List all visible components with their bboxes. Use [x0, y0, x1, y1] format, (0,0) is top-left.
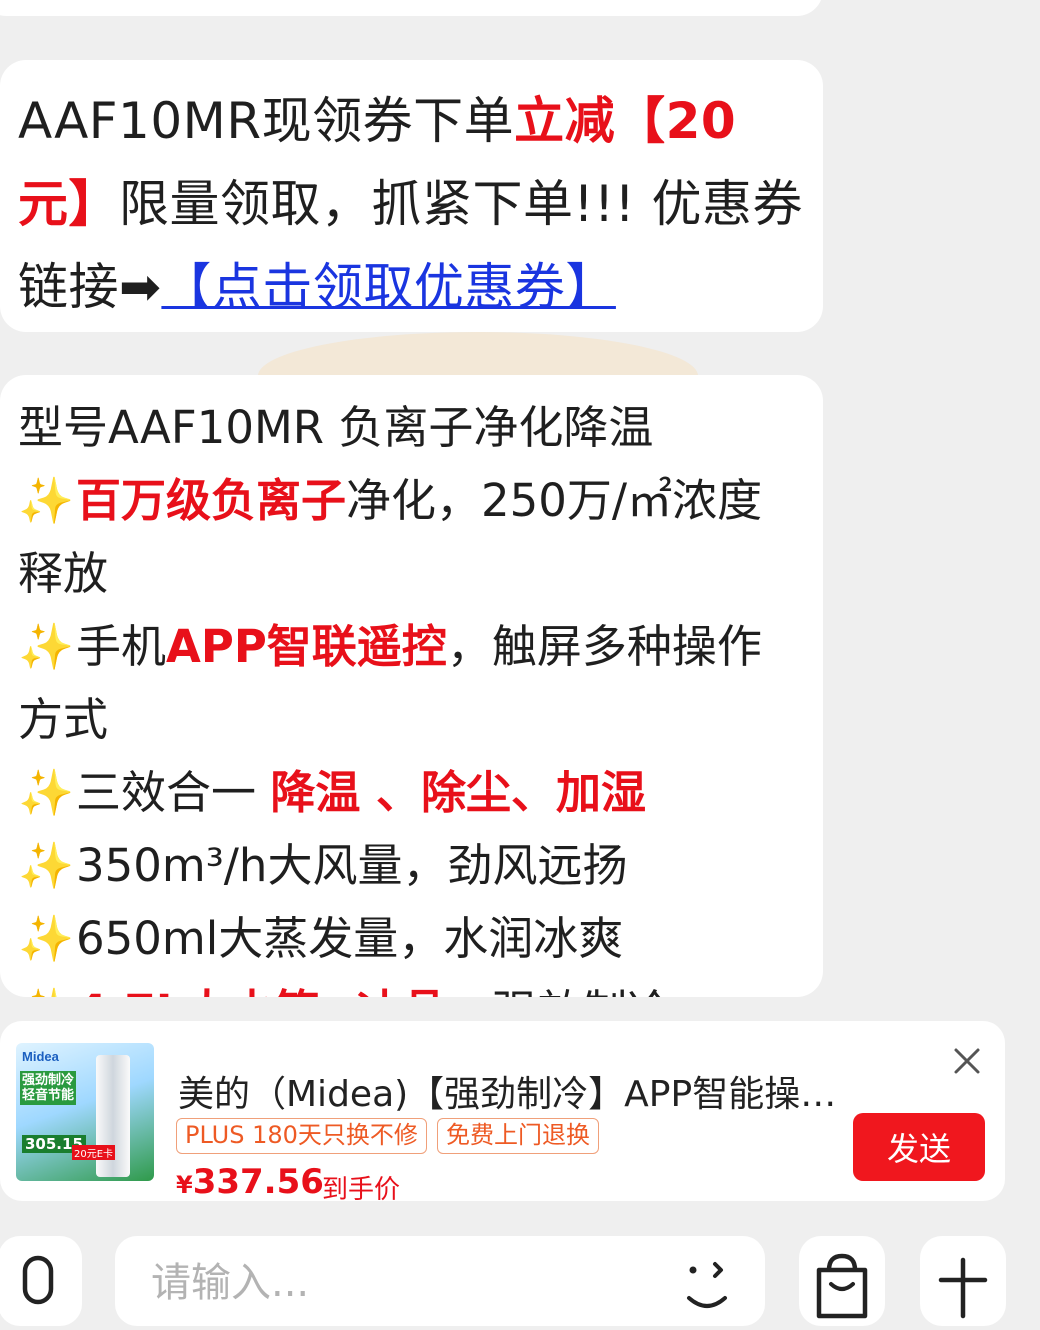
product-title[interactable]: 美的（Midea)【强劲制冷】APP智能操控负离子空调扇	[178, 1065, 848, 1117]
service-chip-return: 免费上门退换	[437, 1118, 599, 1154]
price-value: 337.56	[192, 1162, 324, 1202]
message-input-container[interactable]	[115, 1236, 765, 1326]
price-label: 到手价	[322, 1175, 401, 1205]
sparkles-icon: ✨	[18, 912, 75, 965]
feature-rest: ，强效制冷	[447, 985, 672, 997]
send-button[interactable]: 发送	[853, 1113, 985, 1181]
feature-item-2: ✨手机APP智联遥控，触屏多种操作方式	[18, 610, 805, 756]
service-chip-plus: PLUS 180天只换不修	[176, 1118, 427, 1154]
microphone-icon	[22, 1255, 54, 1305]
features-heading: 型号AAF10MR 负离子净化降温	[18, 401, 654, 454]
message-input[interactable]	[149, 1252, 653, 1314]
features-message-text: 型号AAF10MR 负离子净化降温 ✨百万级负离子净化，250万/㎡浓度释放 ✨…	[18, 391, 805, 997]
emoji-icon[interactable]	[681, 1258, 733, 1310]
feature-item-6: ✨4.7L大水箱+冰晶，强效制冷	[18, 975, 805, 997]
feature-prefix: 手机	[76, 620, 167, 673]
background-decoration	[258, 332, 698, 376]
feature-item-3: ✨三效合一 降温 、除尘、加湿	[18, 756, 805, 829]
feature-prefix: 650ml大蒸发量，水润冰爽	[76, 912, 624, 965]
more-button[interactable]	[920, 1236, 1006, 1326]
feature-prefix: 350m³/h大风量，劲风远扬	[76, 839, 628, 892]
feature-item-1: ✨百万级负离子净化，250万/㎡浓度释放	[18, 464, 805, 610]
plus-icon	[938, 1257, 988, 1319]
feature-highlight: 4.7L大水箱+冰晶	[76, 985, 447, 997]
features-message-bubble: 型号AAF10MR 负离子净化降温 ✨百万级负离子净化，250万/㎡浓度释放 ✨…	[0, 375, 823, 997]
feature-highlight: APP智联遥控	[166, 620, 447, 673]
currency-symbol: ¥	[176, 1171, 193, 1199]
previous-message-bubble	[0, 0, 823, 16]
product-thumbnail[interactable]: Midea 强劲制冷 轻音节能 305.15 20元E卡	[16, 1043, 154, 1181]
thumbnail-tag: 强劲制冷 轻音节能	[20, 1071, 76, 1105]
feature-item-5: ✨650ml大蒸发量，水润冰爽	[18, 902, 805, 975]
product-price: ¥337.56	[176, 1162, 324, 1202]
coupon-message-text: AAF10MR现领券下单立减【20元】限量领取，抓紧下单!!! 优惠券链接➡【点…	[18, 80, 805, 329]
coupon-link[interactable]: 【点击领取优惠券】	[161, 258, 616, 316]
shop-button[interactable]	[799, 1236, 885, 1326]
thumbnail-brand-logo: Midea	[22, 1049, 59, 1064]
feature-highlight: 降温 、除尘、加湿	[270, 766, 646, 819]
coupon-message-bubble: AAF10MR现领券下单立减【20元】限量领取，抓紧下单!!! 优惠券链接➡【点…	[0, 60, 823, 332]
feature-item-4: ✨350m³/h大风量，劲风远扬	[18, 829, 805, 902]
sparkles-icon: ✨	[18, 474, 75, 527]
sparkles-icon: ✨	[18, 839, 75, 892]
voice-button[interactable]	[0, 1236, 82, 1326]
coupon-message-lead: AAF10MR现领券下单	[18, 92, 515, 150]
close-icon[interactable]	[950, 1044, 984, 1078]
sparkles-icon: ✨	[18, 766, 75, 819]
sparkles-icon: ✨	[18, 975, 76, 997]
feature-prefix: 三效合一	[76, 766, 271, 819]
feature-highlight: 百万级负离子	[76, 474, 347, 527]
sparkles-icon: ✨	[18, 620, 75, 673]
shopping-bag-icon	[816, 1253, 868, 1319]
thumbnail-coupon: 20元E卡	[72, 1145, 116, 1160]
